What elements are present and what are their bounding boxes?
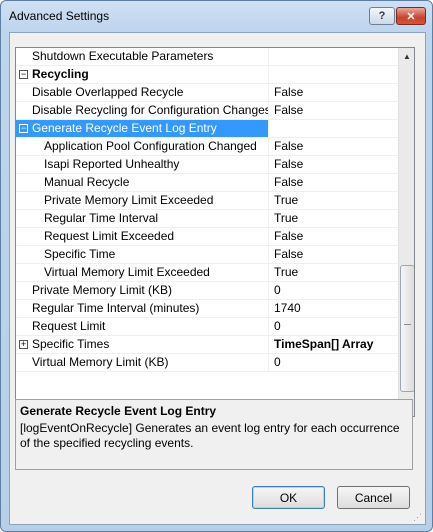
description-panel: Generate Recycle Event Log Entry [logEve… xyxy=(15,399,413,470)
property-name-cell[interactable]: Application Pool Configuration Changed xyxy=(16,138,269,155)
property-name: Regular Time Interval xyxy=(44,211,159,225)
property-name: Application Pool Configuration Changed xyxy=(44,139,257,153)
property-value-cell[interactable]: False xyxy=(274,102,398,119)
property-row[interactable]: Virtual Memory Limit (KB) 0 xyxy=(16,354,398,372)
property-name-cell[interactable]: Request Limit xyxy=(16,318,269,335)
property-name-cell[interactable]: + Specific Times xyxy=(16,336,269,353)
property-row[interactable]: Application Pool Configuration Changed Fa… xyxy=(16,138,398,156)
property-name: Request Limit Exceeded xyxy=(44,229,175,243)
resize-grip-icon[interactable]: ⋰ xyxy=(413,512,423,522)
property-value-cell[interactable] xyxy=(274,66,398,83)
cancel-button[interactable]: Cancel xyxy=(337,486,410,509)
vertical-scrollbar[interactable]: ▲ ▼ xyxy=(398,48,414,416)
property-name-cell[interactable]: Request Limit Exceeded xyxy=(16,228,269,245)
property-value-cell[interactable] xyxy=(274,120,398,137)
property-name: Virtual Memory Limit (KB) xyxy=(32,355,169,369)
property-name-cell[interactable]: Private Memory Limit (KB) xyxy=(16,282,269,299)
property-row[interactable]: Manual Recycle False xyxy=(16,174,398,192)
advanced-settings-window: Advanced Settings ? ✕ Shutdown Executabl… xyxy=(0,0,433,532)
property-name-cell[interactable]: Specific Time xyxy=(16,246,269,263)
property-name-cell[interactable]: − Recycling xyxy=(16,66,269,83)
property-name-cell[interactable]: − Generate Recycle Event Log Entry xyxy=(16,120,269,137)
property-row[interactable]: − Generate Recycle Event Log Entry xyxy=(16,120,398,138)
property-name: Regular Time Interval (minutes) xyxy=(32,301,200,315)
category-row[interactable]: − Recycling xyxy=(16,66,398,84)
property-row[interactable]: Request Limit 0 xyxy=(16,318,398,336)
property-row[interactable]: Specific Time False xyxy=(16,246,398,264)
property-row[interactable]: Isapi Reported Unhealthy False xyxy=(16,156,398,174)
property-name: Disable Recycling for Configuration Chan… xyxy=(32,103,269,117)
property-name: Specific Time xyxy=(44,247,116,261)
property-name: Recycling xyxy=(32,67,89,81)
property-name-cell[interactable]: Disable Recycling for Configuration Chan… xyxy=(16,102,269,119)
property-row[interactable]: Request Limit Exceeded False xyxy=(16,228,398,246)
close-button[interactable]: ✕ xyxy=(396,7,426,25)
collapse-icon[interactable]: − xyxy=(19,124,28,133)
property-name: Request Limit xyxy=(32,319,106,333)
property-value-cell[interactable]: False xyxy=(274,84,398,101)
property-row[interactable]: Private Memory Limit (KB) 0 xyxy=(16,282,398,300)
collapse-icon[interactable]: − xyxy=(19,70,28,79)
scroll-up-arrow-icon[interactable]: ▲ xyxy=(399,48,414,64)
property-value-cell[interactable]: 0 xyxy=(274,354,398,371)
property-value-cell[interactable]: TimeSpan[] Array xyxy=(274,336,398,353)
property-name: Private Memory Limit (KB) xyxy=(32,283,173,297)
property-row[interactable]: Disable Overlapped Recycle False xyxy=(16,84,398,102)
property-name-cell[interactable]: Isapi Reported Unhealthy xyxy=(16,156,269,173)
property-value-cell[interactable]: False xyxy=(274,246,398,263)
property-name: Generate Recycle Event Log Entry xyxy=(32,121,217,135)
property-row[interactable]: Shutdown Executable Parameters xyxy=(16,48,398,66)
property-name: Manual Recycle xyxy=(44,175,130,189)
expand-icon[interactable]: + xyxy=(19,340,28,349)
property-value-cell[interactable]: True xyxy=(274,210,398,227)
thumb-grip xyxy=(404,324,411,326)
description-body: [logEventOnRecycle] Generates an event l… xyxy=(20,421,400,450)
property-name: Specific Times xyxy=(32,337,110,351)
property-row[interactable]: Virtual Memory Limit Exceeded True xyxy=(16,264,398,282)
property-row[interactable]: Regular Time Interval (minutes) 1740 xyxy=(16,300,398,318)
scrollbar-thumb[interactable] xyxy=(400,265,414,392)
dialog-client-area: Shutdown Executable Parameters − Recycling… xyxy=(9,32,426,525)
property-name-cell[interactable]: Virtual Memory Limit (KB) xyxy=(16,354,269,371)
property-rows: Shutdown Executable Parameters − Recycling… xyxy=(16,48,398,372)
property-name: Isapi Reported Unhealthy xyxy=(44,157,180,171)
window-title: Advanced Settings xyxy=(9,9,110,23)
property-row[interactable]: + Specific Times TimeSpan[] Array xyxy=(16,336,398,354)
property-name-cell[interactable]: Shutdown Executable Parameters xyxy=(16,48,269,65)
property-name: Shutdown Executable Parameters xyxy=(32,49,214,63)
property-value-cell[interactable]: False xyxy=(274,138,398,155)
property-value-cell[interactable]: True xyxy=(274,264,398,281)
property-name-cell[interactable]: Virtual Memory Limit Exceeded xyxy=(16,264,269,281)
property-name: Private Memory Limit Exceeded xyxy=(44,193,214,207)
property-row[interactable]: Regular Time Interval True xyxy=(16,210,398,228)
ok-button[interactable]: OK xyxy=(252,486,325,509)
property-value-cell[interactable]: True xyxy=(274,192,398,209)
property-value-cell[interactable]: 0 xyxy=(274,318,398,335)
property-value-cell[interactable]: 1740 xyxy=(274,300,398,317)
property-name-cell[interactable]: Private Memory Limit Exceeded xyxy=(16,192,269,209)
property-row[interactable]: Disable Recycling for Configuration Chan… xyxy=(16,102,398,120)
property-value-cell[interactable] xyxy=(274,48,398,65)
property-value-cell[interactable]: 0 xyxy=(274,282,398,299)
title-bar[interactable]: Advanced Settings ? ✕ xyxy=(1,1,432,31)
property-value-cell[interactable]: False xyxy=(274,174,398,191)
property-name-cell[interactable]: Regular Time Interval (minutes) xyxy=(16,300,269,317)
property-name: Virtual Memory Limit Exceeded xyxy=(44,265,210,279)
property-name-cell[interactable]: Manual Recycle xyxy=(16,174,269,191)
help-button[interactable]: ? xyxy=(369,7,395,25)
property-value-cell[interactable]: False xyxy=(274,228,398,245)
property-row[interactable]: Private Memory Limit Exceeded True xyxy=(16,192,398,210)
property-value-cell[interactable]: False xyxy=(274,156,398,173)
property-grid: Shutdown Executable Parameters − Recycling… xyxy=(15,47,415,417)
property-name: Disable Overlapped Recycle xyxy=(32,85,184,99)
property-name-cell[interactable]: Regular Time Interval xyxy=(16,210,269,227)
description-title: Generate Recycle Event Log Entry xyxy=(20,404,217,418)
property-name-cell[interactable]: Disable Overlapped Recycle xyxy=(16,84,269,101)
